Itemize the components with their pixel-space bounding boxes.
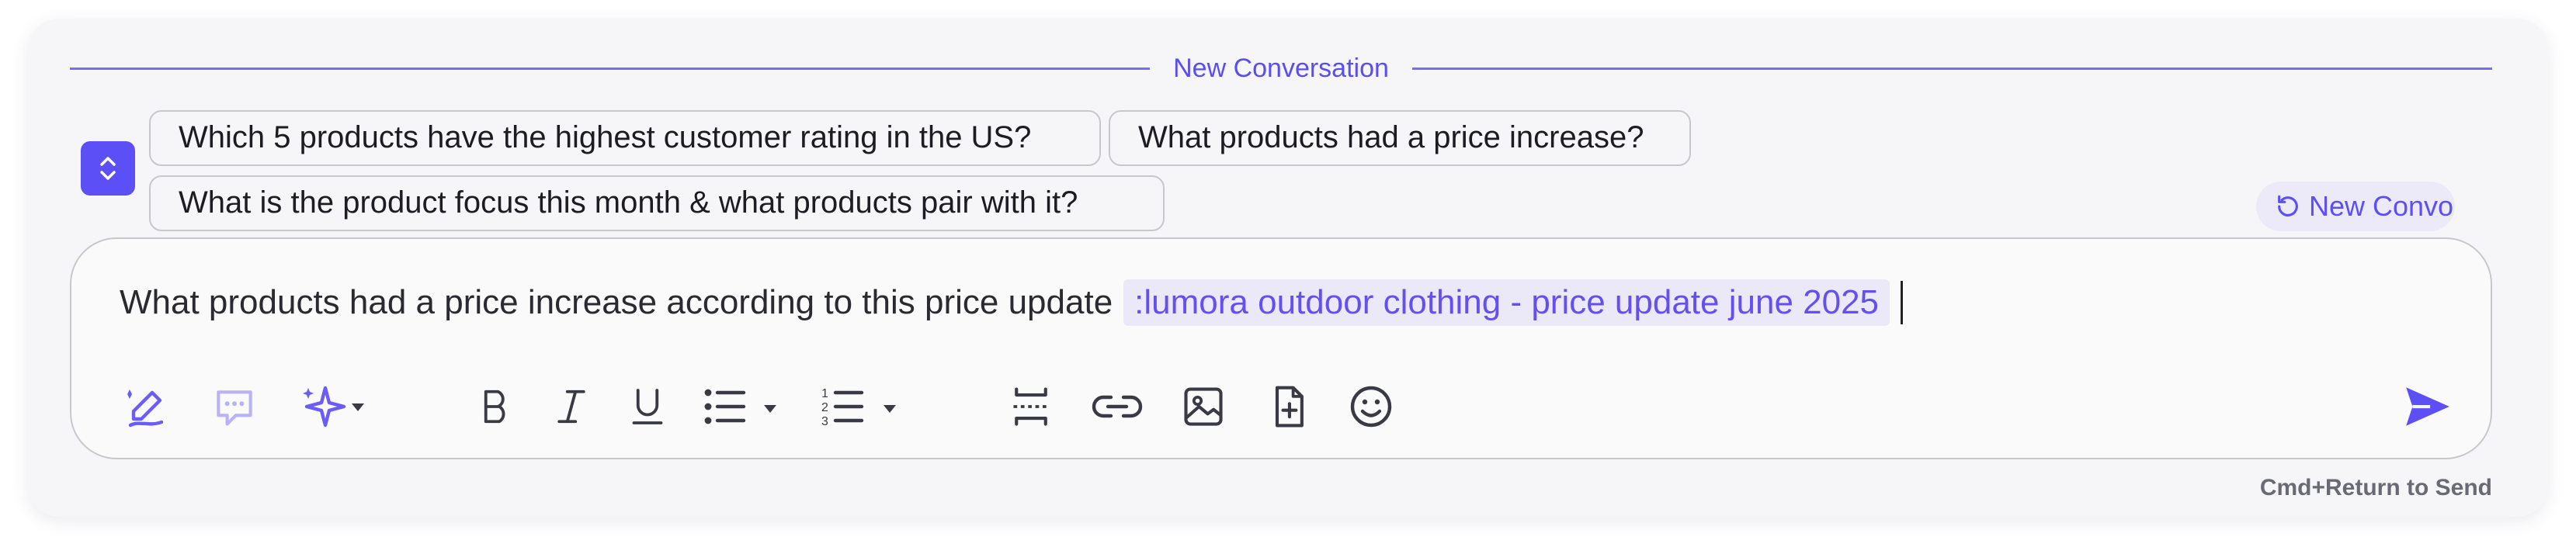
numbered-list-icon: 1 2 3 (821, 387, 896, 428)
message-text: What products had a price increase accor… (120, 283, 1113, 321)
link-icon (1092, 395, 1143, 418)
comment-icon (217, 390, 252, 426)
file-add-icon (1275, 386, 1304, 428)
numbered-list-dropdown[interactable]: 1 2 3 (818, 377, 911, 436)
conversation-divider: New Conversation (70, 45, 2493, 92)
attach-file-button[interactable] (1259, 377, 1318, 436)
ai-sparkle-icon (303, 386, 364, 428)
divider-line-right (1411, 67, 2493, 70)
chevron-up-down-icon (100, 157, 116, 180)
comment-button[interactable] (205, 377, 264, 436)
suggestion-chip[interactable]: What is the product focus this month & w… (149, 175, 1165, 231)
emoji-button[interactable] (1342, 377, 1401, 436)
svg-text:2: 2 (821, 401, 828, 414)
emoji-icon (1350, 386, 1392, 428)
suggestion-chip[interactable]: Which 5 products have the highest custom… (149, 110, 1101, 166)
conversation-title: New Conversation (1173, 53, 1389, 83)
bold-button[interactable] (466, 377, 525, 436)
italic-button[interactable] (542, 377, 601, 436)
bullet-list-dropdown[interactable] (699, 377, 792, 436)
svg-text:1: 1 (821, 387, 828, 400)
page-break-icon (1013, 387, 1049, 426)
bold-icon (484, 390, 505, 424)
suggestion-chip[interactable]: What products had a price increase? (1109, 110, 1691, 166)
ai-sparkle-dropdown[interactable] (295, 377, 380, 436)
text-cursor (1901, 281, 1904, 324)
pen-sparkle-button[interactable] (116, 377, 175, 436)
insert-image-button[interactable] (1174, 377, 1233, 436)
collapse-suggestions-button[interactable] (81, 141, 135, 196)
message-composer[interactable]: What products had a price increase accor… (70, 237, 2492, 459)
send-shortcut-hint: Cmd+Return to Send (2259, 475, 2492, 500)
italic-icon (557, 390, 585, 424)
document-mention-tag[interactable]: :lumora outdoor clothing - price update … (1123, 279, 1890, 326)
link-button[interactable] (1084, 377, 1151, 436)
new-convo-button[interactable]: New Convo (2256, 182, 2455, 231)
new-convo-label: New Convo (2309, 190, 2454, 222)
pen-sparkle-icon (127, 390, 164, 428)
reset-icon (2278, 195, 2298, 216)
svg-text:3: 3 (821, 415, 828, 428)
divider-line-left (70, 67, 1151, 70)
page-break-button[interactable] (1002, 377, 1061, 436)
send-icon (2406, 387, 2449, 426)
send-button[interactable] (2397, 377, 2456, 436)
image-icon (1184, 387, 1223, 426)
bullet-list-icon (704, 389, 776, 424)
underline-icon (632, 389, 663, 424)
underline-button[interactable] (618, 377, 677, 436)
message-input[interactable]: What products had a price increase accor… (120, 279, 1904, 326)
